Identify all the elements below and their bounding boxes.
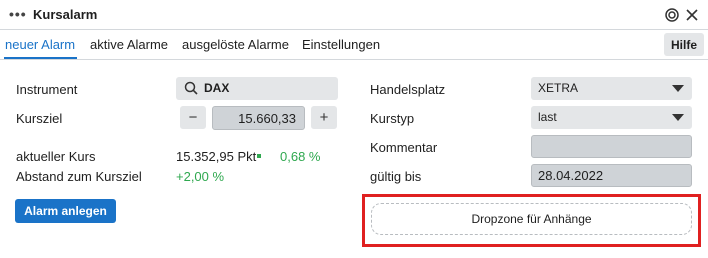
alarm-anlegen-button[interactable]: Alarm anlegen bbox=[15, 199, 116, 223]
tab-ausgeloeste-alarme[interactable]: ausgelöste Alarme bbox=[182, 37, 289, 52]
attachment-dropzone[interactable]: Dropzone für Anhänge bbox=[371, 203, 692, 235]
title-bar: ••• Kursalarm bbox=[0, 0, 708, 30]
help-button[interactable]: Hilfe bbox=[664, 33, 704, 56]
aktueller-kurs-change: 0,68 % bbox=[280, 149, 321, 164]
search-icon bbox=[184, 81, 198, 95]
tab-neuer-alarm[interactable]: neuer Alarm bbox=[5, 37, 75, 52]
kommentar-input[interactable] bbox=[531, 135, 692, 158]
handelsplatz-select[interactable]: XETRA bbox=[531, 77, 692, 100]
abstand-value: +2,00 % bbox=[176, 169, 225, 184]
window-title: Kursalarm bbox=[33, 7, 98, 22]
status-dot-icon bbox=[257, 154, 261, 158]
tab-bar: neuer Alarm aktive Alarme ausgelöste Ala… bbox=[0, 30, 708, 60]
chevron-down-icon bbox=[672, 85, 684, 92]
kommentar-label: Kommentar bbox=[370, 140, 438, 155]
kurstyp-label: Kurstyp bbox=[370, 111, 415, 126]
handelsplatz-value: XETRA bbox=[538, 81, 579, 95]
decrement-button[interactable]: − bbox=[180, 106, 206, 129]
abstand-label: Abstand zum Kursziel bbox=[16, 169, 142, 184]
kursziel-label: Kursziel bbox=[16, 111, 63, 126]
instrument-search-input[interactable]: DAX bbox=[176, 77, 338, 100]
gueltig-bis-input[interactable]: 28.04.2022 bbox=[531, 164, 692, 187]
increment-button[interactable]: + bbox=[311, 106, 337, 129]
tabs-divider bbox=[0, 59, 708, 60]
ring-icon[interactable] bbox=[664, 7, 680, 23]
kurstyp-select[interactable]: last bbox=[531, 106, 692, 129]
gueltig-bis-value: 28.04.2022 bbox=[538, 168, 604, 183]
close-icon[interactable] bbox=[684, 7, 700, 23]
gueltig-bis-label: gültig bis bbox=[370, 169, 422, 184]
handelsplatz-label: Handelsplatz bbox=[370, 82, 446, 97]
kursziel-input[interactable]: 15.660,33 bbox=[212, 106, 305, 130]
aktueller-kurs-label: aktueller Kurs bbox=[16, 149, 96, 164]
tab-aktive-alarme[interactable]: aktive Alarme bbox=[90, 37, 168, 52]
instrument-label: Instrument bbox=[16, 82, 78, 97]
aktueller-kurs-value: 15.352,95 Pkt bbox=[176, 149, 257, 164]
more-dots-icon[interactable]: ••• bbox=[9, 7, 27, 21]
instrument-value: DAX bbox=[204, 81, 230, 95]
chevron-down-icon bbox=[672, 114, 684, 121]
kurstyp-value: last bbox=[538, 110, 557, 124]
tab-einstellungen[interactable]: Einstellungen bbox=[302, 37, 380, 52]
